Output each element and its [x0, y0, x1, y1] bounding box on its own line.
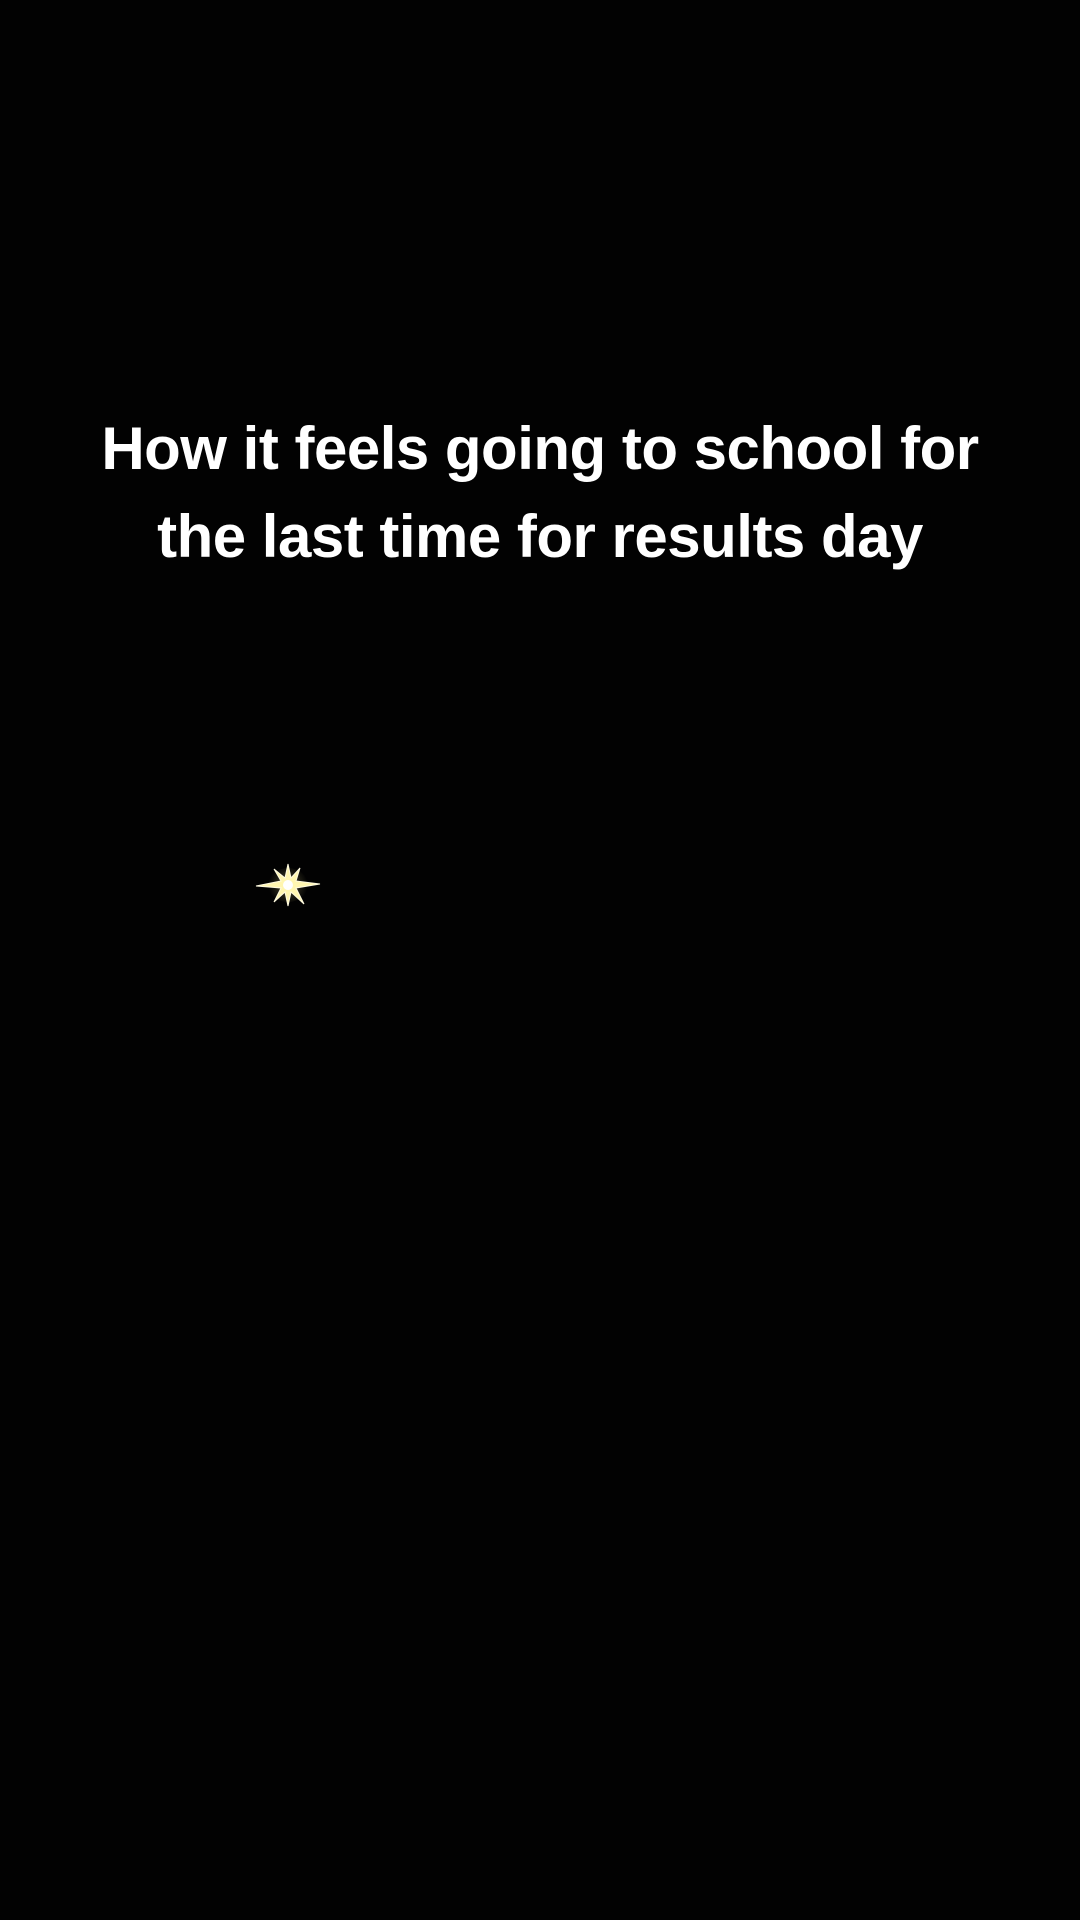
sparkle-icon — [255, 863, 321, 907]
video-frame: How it feels going to school for the las… — [0, 0, 1080, 1920]
caption-line-2: the last time for results day — [157, 503, 923, 570]
caption-line-1: How it feels going to school for — [101, 415, 979, 482]
caption-text: How it feels going to school for the las… — [60, 405, 1020, 581]
